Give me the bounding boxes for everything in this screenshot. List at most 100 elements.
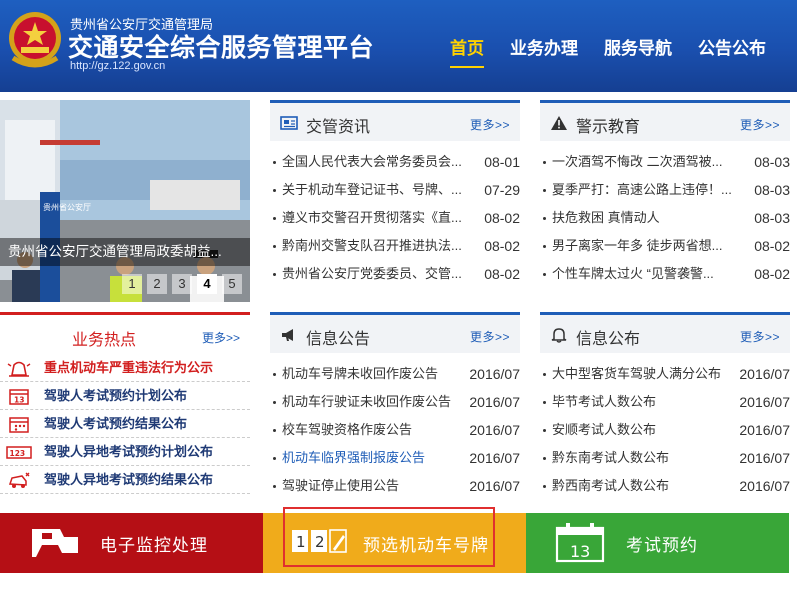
list-item[interactable]: 大中型客货车驾驶人满分公布 2016/07 (540, 360, 790, 388)
traffic-news-list: 全国人民代表大会常务委员会... 08-01 关于机动车登记证书、号牌、... 07… (270, 148, 520, 288)
list-item[interactable]: 驾驶人考试预约结果公布 (0, 410, 250, 438)
item-date: 2016/07 (739, 422, 790, 438)
item-label[interactable]: 重点机动车严重违法行为公示 (44, 354, 213, 382)
list-item[interactable]: 全国人民代表大会常务委员会... 08-01 (270, 148, 520, 176)
item-title[interactable]: 个性车牌太过火 “见警袭警... (552, 260, 747, 288)
list-item[interactable]: 男子离家一年多 徒步两省想... 08-02 (540, 232, 790, 260)
item-label[interactable]: 驾驶人异地考试预约结果公布 (44, 466, 213, 494)
nav-announcements[interactable]: 公告公布 (698, 34, 766, 68)
calendar-result-icon (9, 417, 29, 433)
list-item[interactable]: 重点机动车严重违法行为公示 (0, 354, 250, 382)
list-item[interactable]: 夏季严打：高速公路上违停！... 08-03 (540, 176, 790, 204)
pager-dot-2[interactable]: 2 (147, 274, 167, 294)
list-item[interactable]: 校车驾驶资格作废公告 2016/07 (270, 416, 520, 444)
panel-header: 业务热点 更多>> (0, 312, 250, 354)
more-link[interactable]: 更多>> (740, 116, 780, 133)
item-date: 08-02 (754, 238, 790, 254)
pager-dot-5[interactable]: 5 (222, 274, 242, 294)
more-link[interactable]: 更多>> (470, 116, 510, 133)
item-title[interactable]: 安顺考试人数公布 (552, 416, 734, 444)
warning-icon (551, 116, 567, 130)
nav-service-guide[interactable]: 服务导航 (604, 34, 672, 68)
list-item[interactable]: 13 驾驶人考试预约计划公布 (0, 382, 250, 410)
exam-appointment-button[interactable]: 13 考试预约 (526, 513, 789, 573)
car-crash-icon (8, 472, 30, 488)
item-title[interactable]: 黔南州交警支队召开推进执法... (282, 232, 477, 260)
platform-title: 交通安全综合服务管理平台 (68, 33, 375, 62)
item-title[interactable]: 遵义市交警召开贯彻落实《直... (282, 204, 477, 232)
more-link[interactable]: 更多>> (202, 329, 240, 346)
item-title[interactable]: 关于机动车登记证书、号牌、... (282, 176, 477, 204)
quick-link-label[interactable]: 电子监控处理 (100, 531, 208, 556)
panel-title: 交管资讯 (306, 119, 371, 136)
site-header: 贵州省公安厅交通管理局 交通安全综合服务管理平台 http://gz.122.g… (0, 0, 797, 92)
item-label[interactable]: 驾驶人考试预约计划公布 (44, 382, 187, 410)
item-title[interactable]: 扶危救困 真情动人 (552, 204, 747, 232)
item-date: 2016/07 (469, 394, 520, 410)
quick-link-label[interactable]: 考试预约 (626, 531, 698, 556)
electronic-monitoring-button[interactable]: 电子监控处理 (0, 513, 263, 573)
number-board-icon: 123 (6, 446, 32, 459)
calendar-icon: 13 (9, 389, 29, 405)
item-title[interactable]: 夏季严打：高速公路上违停！... (552, 176, 747, 204)
item-title[interactable]: 毕节考试人数公布 (552, 388, 734, 416)
list-item[interactable]: 黔西南考试人数公布 2016/07 (540, 472, 790, 500)
item-date: 2016/07 (739, 450, 790, 466)
item-date: 2016/07 (469, 450, 520, 466)
preselect-plate-button[interactable]: 1 2 预选机动车号牌 (263, 507, 526, 573)
item-date: 2016/07 (469, 478, 520, 494)
item-title[interactable]: 黔西南考试人数公布 (552, 472, 734, 500)
list-item[interactable]: 123 驾驶人异地考试预约计划公布 (0, 438, 250, 466)
list-item[interactable]: 贵州省公安厅党委委员、交管... 08-02 (270, 260, 520, 288)
list-item[interactable]: 遵义市交警召开贯彻落实《直... 08-02 (270, 204, 520, 232)
item-title[interactable]: 贵州省公安厅党委委员、交管... (282, 260, 477, 288)
list-item[interactable]: 黔南州交警支队召开推进执法... 08-02 (270, 232, 520, 260)
item-title[interactable]: 男子离家一年多 徒步两省想... (552, 232, 747, 260)
list-item[interactable]: 驾驶证停止使用公告 2016/07 (270, 472, 520, 500)
svg-text:贵州省公安厅: 贵州省公安厅 (43, 202, 91, 212)
nav-home[interactable]: 首页 (450, 34, 484, 68)
pager-dot-3[interactable]: 3 (172, 274, 192, 294)
item-title[interactable]: 机动车临界强制报废公告 (282, 444, 462, 472)
list-item[interactable]: 驾驶人异地考试预约结果公布 (0, 466, 250, 494)
more-link[interactable]: 更多>> (740, 328, 780, 345)
list-item[interactable]: 安顺考试人数公布 2016/07 (540, 416, 790, 444)
quick-links-bar: 电子监控处理 1 2 预选机动车号牌 13 考试预约 (0, 507, 797, 573)
item-date: 08-03 (754, 182, 790, 198)
item-title[interactable]: 校车驾驶资格作废公告 (282, 416, 462, 444)
item-date: 2016/07 (739, 478, 790, 494)
traffic-news-panel: 交管资讯 更多>> 全国人民代表大会常务委员会... 08-01 关于机动车登记证… (270, 100, 520, 300)
item-label[interactable]: 驾驶人异地考试预约计划公布 (44, 438, 213, 466)
list-item[interactable]: 机动车号牌未收回作废公告 2016/07 (270, 360, 520, 388)
more-link[interactable]: 更多>> (470, 328, 510, 345)
list-item[interactable]: 机动车行驶证未收回作废公告 2016/07 (270, 388, 520, 416)
police-emblem-icon (9, 12, 61, 68)
item-title[interactable]: 机动车号牌未收回作废公告 (282, 360, 462, 388)
item-title[interactable]: 一次酒驾不悔改 二次酒驾被... (552, 148, 747, 176)
pager-dot-1[interactable]: 1 (122, 274, 142, 294)
slide-caption[interactable]: 贵州省公安厅交通管理局政委胡益... (0, 238, 250, 266)
warning-list: 一次酒驾不悔改 二次酒驾被... 08-03 夏季严打：高速公路上违停！... 08… (540, 148, 790, 288)
item-date: 2016/07 (469, 366, 520, 382)
list-item[interactable]: 一次酒驾不悔改 二次酒驾被... 08-03 (540, 148, 790, 176)
business-hot-panel: 业务热点 更多>> 重点机动车严重违法行为公示 13 驾驶人考试预约计划公布 驾… (0, 312, 250, 502)
item-label[interactable]: 驾驶人考试预约结果公布 (44, 410, 187, 438)
item-date: 2016/07 (739, 394, 790, 410)
item-title[interactable]: 机动车行驶证未收回作废公告 (282, 388, 462, 416)
item-title[interactable]: 驾驶证停止使用公告 (282, 472, 462, 500)
list-item[interactable]: 个性车牌太过火 “见警袭警... 08-02 (540, 260, 790, 288)
item-title[interactable]: 黔东南考试人数公布 (552, 444, 734, 472)
nav-business[interactable]: 业务办理 (510, 34, 578, 68)
list-item[interactable]: 关于机动车登记证书、号牌、... 07-29 (270, 176, 520, 204)
site-url[interactable]: http://gz.122.gov.cn (70, 60, 165, 72)
item-title[interactable]: 大中型客货车驾驶人满分公布 (552, 360, 734, 388)
pager-dot-4[interactable]: 4 (197, 274, 217, 294)
list-item[interactable]: 黔东南考试人数公布 2016/07 (540, 444, 790, 472)
item-title[interactable]: 全国人民代表大会常务委员会... (282, 148, 477, 176)
slide-pager: 1 2 3 4 5 (117, 274, 242, 294)
quick-link-label[interactable]: 预选机动车号牌 (363, 531, 489, 556)
news-slider[interactable]: 贵州省公安厅 贵州省公安厅交通管理局政委胡益... 1 2 3 4 5 (0, 100, 250, 302)
list-item[interactable]: 毕节考试人数公布 2016/07 (540, 388, 790, 416)
list-item[interactable]: 扶危救困 真情动人 08-03 (540, 204, 790, 232)
list-item[interactable]: 机动车临界强制报废公告 2016/07 (270, 444, 520, 472)
